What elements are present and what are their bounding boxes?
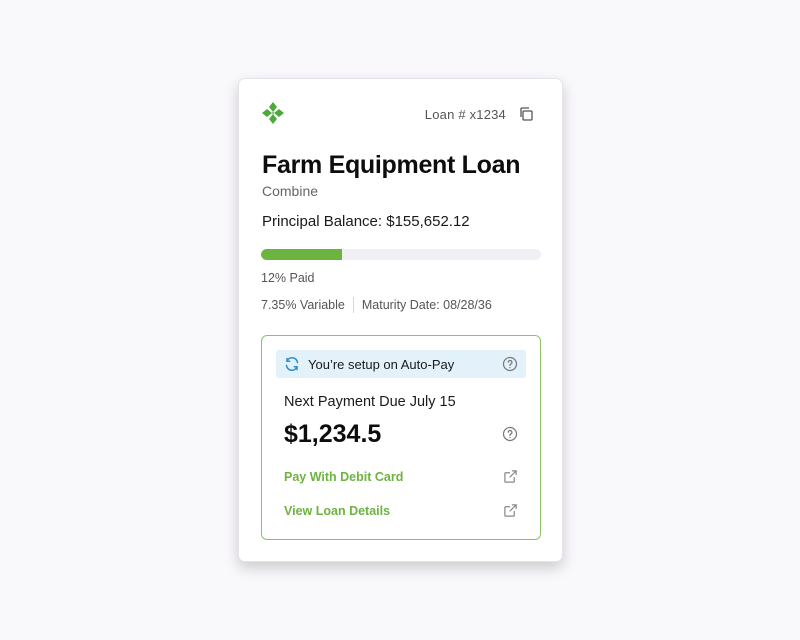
interest-rate: 7.35% Variable	[261, 298, 345, 312]
external-link-icon[interactable]	[503, 503, 518, 518]
payment-panel: You’re setup on Auto-Pay Next Payment Du…	[261, 335, 541, 540]
clover-logo-icon	[262, 102, 284, 124]
loan-card: Loan # x1234 Farm Equipment Loan Combine…	[238, 78, 563, 562]
loan-number: Loan # x1234	[424, 107, 506, 122]
view-loan-details-link[interactable]: View Loan Details	[284, 504, 390, 518]
next-payment-due: Next Payment Due July 15	[284, 394, 456, 410]
pay-with-debit-card-link[interactable]: Pay With Debit Card	[284, 470, 403, 484]
help-icon[interactable]	[502, 356, 518, 372]
loan-terms-row: 7.35% Variable Maturity Date: 08/28/36	[261, 297, 492, 313]
sync-icon	[285, 356, 299, 372]
repayment-progress-bar	[261, 249, 541, 260]
autopay-text: You’re setup on Auto-Pay	[308, 356, 455, 372]
payment-amount: $1,234.5	[284, 420, 382, 448]
repayment-progress-fill	[261, 249, 343, 260]
paid-percentage: 12% Paid	[261, 271, 315, 285]
principal-balance: Principal Balance: $155,652.12	[262, 213, 470, 230]
loan-title: Farm Equipment Loan	[262, 151, 521, 179]
loan-subtitle: Combine	[262, 183, 319, 199]
help-icon[interactable]	[502, 426, 518, 442]
terms-divider	[352, 297, 354, 313]
maturity-date: Maturity Date: 08/28/36	[361, 298, 492, 312]
copy-icon[interactable]	[518, 106, 534, 122]
autopay-banner: You’re setup on Auto-Pay	[276, 350, 526, 378]
external-link-icon[interactable]	[503, 469, 518, 484]
